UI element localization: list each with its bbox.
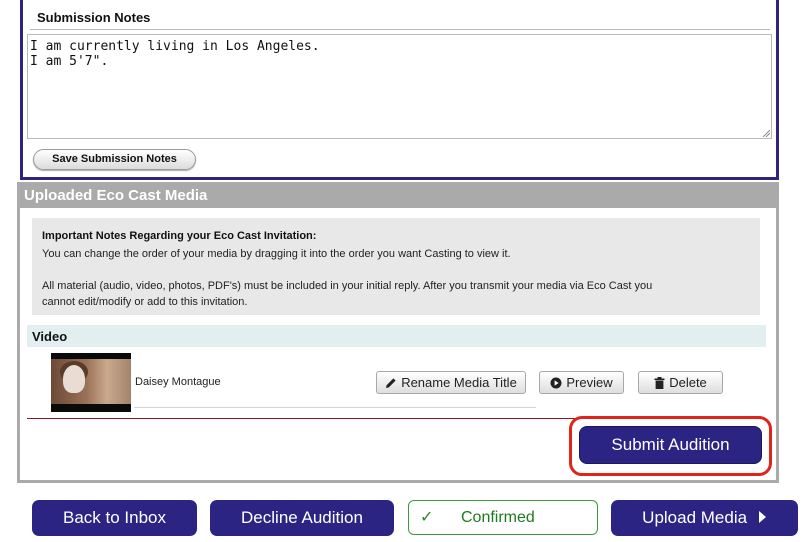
resize-grip-icon[interactable] xyxy=(762,129,770,137)
preview-label: Preview xyxy=(566,375,613,390)
save-submission-notes-button[interactable]: Save Submission Notes xyxy=(33,149,196,170)
important-note-line: cannot edit/modify or add to this invita… xyxy=(42,296,248,308)
confirmed-label: Confirmed xyxy=(461,509,535,526)
uploaded-media-title: Uploaded Eco Cast Media xyxy=(24,187,208,204)
video-thumbnail[interactable] xyxy=(51,353,131,412)
play-circle-icon xyxy=(550,377,562,389)
submission-notes-text: I am currently living in Los Angeles. I … xyxy=(30,39,320,69)
thumbnail-image xyxy=(51,359,131,404)
confirmed-status-button[interactable]: ✓ Confirmed xyxy=(408,500,598,535)
check-icon: ✓ xyxy=(420,509,434,526)
submission-notes-textarea[interactable]: I am currently living in Los Angeles. I … xyxy=(27,34,772,139)
delete-button[interactable]: Delete xyxy=(638,371,723,394)
trash-icon xyxy=(654,377,665,389)
decline-audition-button[interactable]: Decline Audition xyxy=(210,500,394,536)
important-note-line: All material (audio, video, photos, PDF'… xyxy=(42,280,653,292)
submission-notes-header: Submission Notes xyxy=(30,2,770,30)
rename-media-title-label: Rename Media Title xyxy=(401,375,517,390)
back-to-inbox-button[interactable]: Back to Inbox xyxy=(32,500,197,536)
media-title: Daisey Montague xyxy=(135,376,221,388)
pencil-icon xyxy=(386,378,396,388)
rename-media-title-button[interactable]: Rename Media Title xyxy=(376,371,526,394)
upload-media-button[interactable]: Upload Media xyxy=(611,500,798,536)
row-divider xyxy=(134,407,536,408)
video-group-label: Video xyxy=(32,329,68,344)
submit-audition-button[interactable]: Submit Audition xyxy=(579,426,762,464)
delete-label: Delete xyxy=(669,375,707,390)
preview-button[interactable]: Preview xyxy=(539,371,624,394)
upload-media-label: Upload Media xyxy=(642,508,748,527)
arrow-right-icon xyxy=(758,511,766,523)
important-notes-heading: Important Notes Regarding your Eco Cast … xyxy=(42,230,317,242)
important-note-line: You can change the order of your media b… xyxy=(42,248,511,260)
submission-notes-title: Submission Notes xyxy=(37,10,151,25)
video-group-header xyxy=(27,325,766,347)
